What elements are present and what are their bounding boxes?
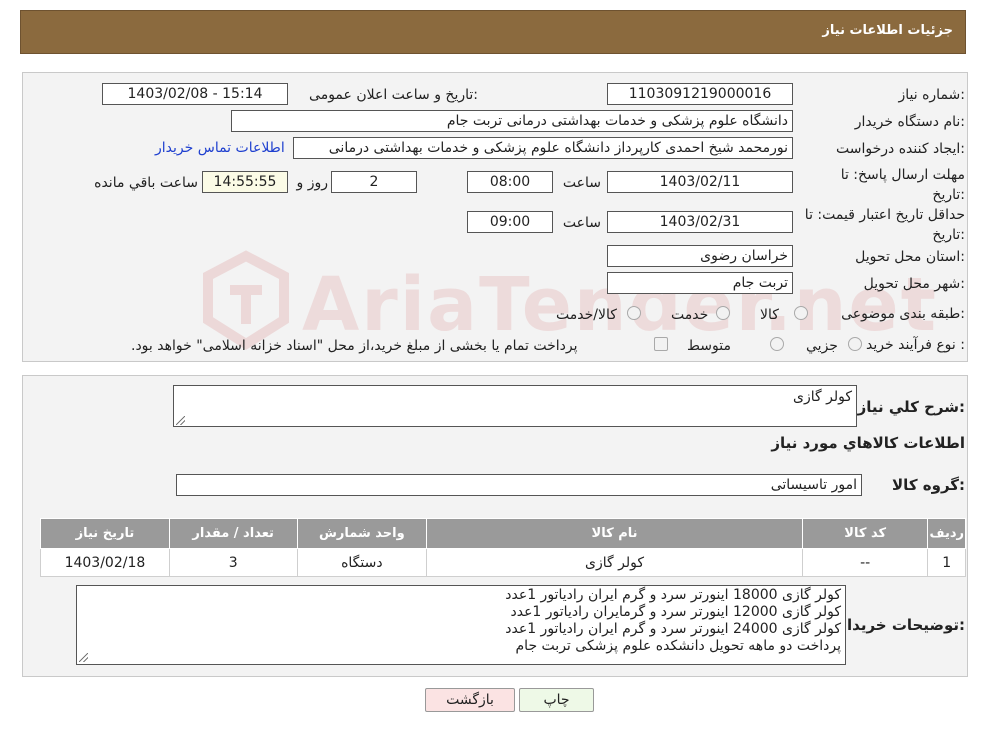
resize-grip-icon[interactable] (176, 416, 185, 425)
remaining-time-field: 14:55:55 (202, 171, 288, 193)
need-number-field: 1103091219000016 (607, 83, 793, 105)
city-label: شهر محل تحویل: (863, 276, 965, 292)
city-field: تربت جام (607, 272, 793, 294)
resize-grip-icon[interactable] (79, 653, 88, 662)
days-label: روز و (296, 175, 329, 191)
buyer-org-field: دانشگاه علوم پزشکی و خدمات بهداشتی درمان… (231, 110, 793, 132)
page-title: جزئیات اطلاعات نیاز (822, 23, 953, 38)
days-remaining-field: 2 (331, 171, 417, 193)
items-table-wrap: ردیف کد کالا نام کالا واحد شمارش تعداد /… (40, 518, 966, 577)
items-table: ردیف کد کالا نام کالا واحد شمارش تعداد /… (40, 518, 966, 577)
deadline-label: مهلت ارسال پاسخ: تا تاریخ: (840, 167, 965, 203)
print-button[interactable]: چاپ (519, 688, 594, 712)
col-row: ردیف (927, 518, 966, 549)
buyer-note-line: کولر گازی 18000 اینورتر سرد و گرم ایران … (505, 587, 841, 603)
category-option-service: خدمت (671, 307, 709, 323)
back-button[interactable]: بازگشت (425, 688, 515, 712)
col-qty: تعداد / مقدار (168, 518, 298, 549)
category-radio-goods[interactable] (794, 306, 808, 320)
payment-checkbox[interactable] (654, 337, 668, 351)
category-radio-service[interactable] (716, 306, 730, 320)
buyer-org-label: نام دستگاه خریدار: (854, 114, 965, 130)
process-radio-medium[interactable] (770, 337, 784, 351)
price-validity-date-field: 1403/02/31 (607, 211, 793, 233)
announce-datetime-label: تاریخ و ساعت اعلان عمومی: (309, 87, 478, 103)
need-number-label: شماره نیاز: (898, 87, 965, 103)
cell-date: 1403/02/18 (40, 548, 170, 577)
col-code: کد کالا (801, 518, 929, 549)
buyer-note-line: پرداخت دو ماهه تحویل دانشکده علوم پزشکی … (515, 638, 841, 654)
cell-row: 1 (927, 548, 966, 577)
payment-note: پرداخت تمام یا بخشی از مبلغ خرید،از محل … (131, 338, 578, 354)
province-field: خراسان رضوی (607, 245, 793, 267)
col-name: نام کالا (426, 518, 803, 549)
buyer-note-line: کولر گازی 12000 اینورتر سرد و گرمایران ر… (510, 604, 841, 620)
category-option-goods: کالا (760, 307, 779, 323)
remaining-time-label: ساعت باقي مانده (94, 175, 198, 191)
category-radio-goods-service[interactable] (627, 306, 641, 320)
category-option-goods-service: کالا/خدمت (556, 307, 617, 323)
general-desc-field[interactable]: کولر گازی (173, 385, 857, 427)
table-header-row: ردیف کد کالا نام کالا واحد شمارش تعداد /… (40, 518, 966, 549)
cell-qty: 3 (168, 548, 298, 577)
deadline-time-field: 08:00 (467, 171, 553, 193)
buyer-notes-field[interactable]: کولر گازی 18000 اینورتر سرد و گرم ایران … (76, 585, 846, 665)
deadline-date-field: 1403/02/11 (607, 171, 793, 193)
price-validity-label: حداقل تاریخ اعتبار قیمت: تا تاریخ: (804, 207, 965, 243)
buyer-note-line: کولر گازی 24000 اینورتر سرد و گرم ایران … (505, 621, 841, 637)
process-option-minor: جزیي (806, 338, 838, 354)
process-option-medium: متوسط (687, 338, 731, 354)
cell-code: -- (801, 548, 929, 577)
deadline-time-label: ساعت (562, 175, 601, 191)
category-label: طبقه بندی موضوعی: (841, 306, 965, 322)
buyer-notes-label: توضیحات خریدار: (838, 616, 965, 634)
buyer-contact-link[interactable]: اطلاعات تماس خریدار (155, 140, 285, 156)
goods-group-field: امور تاسیساتی (176, 474, 862, 496)
announce-datetime-field: 1403/02/08 - 15:14 (102, 83, 288, 105)
province-label: استان محل تحویل: (855, 249, 965, 265)
price-validity-time-field: 09:00 (467, 211, 553, 233)
table-row: 1 -- کولر گازی دستگاه 3 1403/02/18 (40, 548, 966, 577)
col-date: تاریخ نیاز (40, 518, 170, 549)
creator-field: نورمحمد شیخ احمدی کارپرداز دانشگاه علوم … (293, 137, 793, 159)
process-radio-minor[interactable] (848, 337, 862, 351)
col-unit: واحد شمارش (296, 518, 428, 549)
page-header: جزئیات اطلاعات نیاز (20, 10, 966, 54)
creator-label: ایجاد کننده درخواست: (836, 141, 965, 157)
watermark-logo (200, 250, 292, 350)
goods-info-title: اطلاعات کالاهاي مورد نياز (771, 434, 965, 452)
process-type-label: نوع فرآیند خرید : (866, 337, 965, 353)
price-validity-time-label: ساعت (562, 215, 601, 231)
goods-group-label: گروه کالا: (892, 476, 965, 494)
cell-unit: دستگاه (296, 548, 428, 577)
cell-name: کولر گازی (426, 548, 803, 577)
general-desc-label: شرح کلي نياز: (857, 398, 965, 416)
